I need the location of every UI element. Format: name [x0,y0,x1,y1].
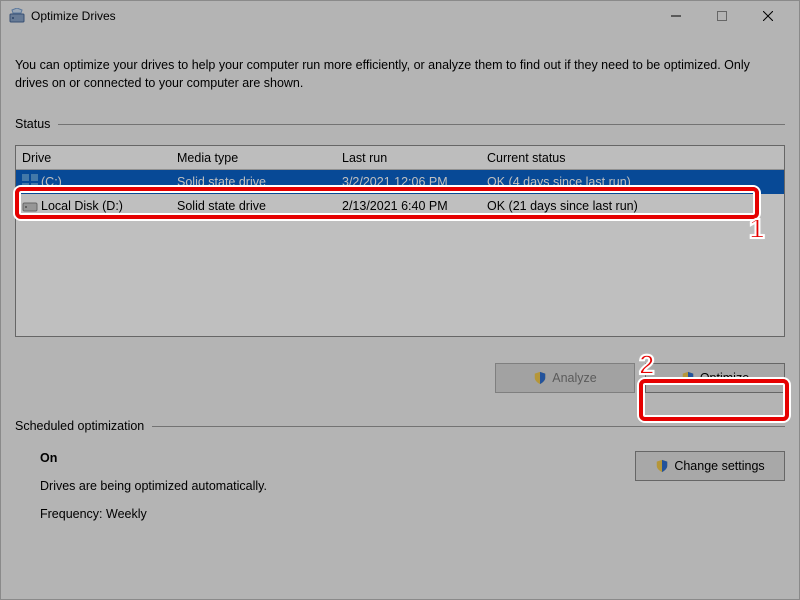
table-row[interactable]: Local Disk (D:) Solid state drive 2/13/2… [16,194,784,218]
col-status[interactable]: Current status [481,151,784,165]
change-settings-button[interactable]: Change settings [635,451,785,481]
cell-status: OK (4 days since last run) [481,175,784,189]
cell-status: OK (21 days since last run) [481,199,784,213]
col-media[interactable]: Media type [171,151,336,165]
col-drive[interactable]: Drive [16,151,171,165]
cell-drive: (C:) [41,175,62,189]
drive-icon [22,198,38,214]
analyze-button: Analyze [495,363,635,393]
description-text: You can optimize your drives to help you… [15,56,785,92]
cell-last-run: 3/2/2021 12:06 PM [336,175,481,189]
close-button[interactable] [745,1,791,31]
scheduled-body: On Drives are being optimized automatica… [15,451,785,521]
table-row[interactable]: (C:) Solid state drive 3/2/2021 12:06 PM… [16,170,784,194]
divider [58,124,785,125]
shield-icon [655,459,669,473]
titlebar[interactable]: Optimize Drives [1,1,799,31]
cell-media: Solid state drive [171,199,336,213]
drives-table[interactable]: Drive Media type Last run Current status… [15,145,785,337]
minimize-icon [671,11,681,21]
cell-last-run: 2/13/2021 6:40 PM [336,199,481,213]
scheduled-label: Scheduled optimization [15,419,144,433]
change-settings-label: Change settings [674,459,764,473]
optimize-drives-window: Optimize Drives You can optimize your dr… [0,0,800,600]
optimize-button[interactable]: Optimize [645,363,785,393]
table-header-row: Drive Media type Last run Current status [16,146,784,170]
window-title: Optimize Drives [31,9,653,23]
window-controls [653,1,791,31]
optimize-label: Optimize [700,371,749,385]
scheduled-section-header: Scheduled optimization [15,419,785,433]
scheduled-freq: Frequency: Weekly [40,507,615,521]
app-icon [9,8,25,24]
divider [152,426,785,427]
shield-icon [681,371,695,385]
action-buttons: Analyze Optimize [15,363,785,393]
analyze-label: Analyze [552,371,596,385]
maximize-icon [717,11,727,21]
cell-media: Solid state drive [171,175,336,189]
status-label: Status [15,117,50,131]
col-last-run[interactable]: Last run [336,151,481,165]
drive-icon [22,174,38,190]
maximize-button[interactable] [699,1,745,31]
scheduled-on: On [40,451,615,465]
minimize-button[interactable] [653,1,699,31]
scheduled-text: On Drives are being optimized automatica… [40,451,615,521]
window-body: You can optimize your drives to help you… [1,31,799,535]
status-section-header: Status [15,117,785,131]
cell-drive: Local Disk (D:) [41,199,123,213]
scheduled-desc: Drives are being optimized automatically… [40,479,615,493]
close-icon [763,11,773,21]
shield-icon [533,371,547,385]
